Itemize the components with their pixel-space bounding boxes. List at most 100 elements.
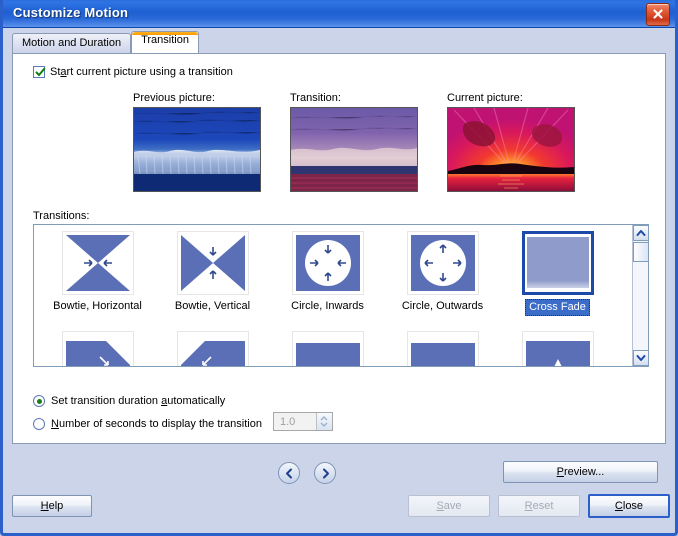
tab-transition[interactable]: Transition (131, 31, 199, 53)
scroll-up-button[interactable] (633, 225, 648, 241)
preview-previous-label: Previous picture: (133, 92, 215, 104)
preview-current: Current picture: (447, 92, 587, 192)
wipe-down-b-icon (410, 335, 475, 366)
radio-auto-duration-row[interactable]: Set transition duration automatically (33, 395, 225, 407)
transitions-list-inner: Bowtie, Horizontal Bowtie, Vertical Circ… (34, 225, 634, 366)
preview-current-image (447, 107, 575, 192)
preview-row: Previous picture: Transition: Current pi… (133, 92, 587, 192)
accesskey: H (40, 500, 49, 512)
transition-item-label-selected: Cross Fade (525, 299, 590, 316)
radio-manual-duration-label: Number of seconds to display the transit… (51, 418, 262, 430)
scroll-down-button[interactable] (633, 350, 648, 366)
inset-up-icon (525, 335, 590, 366)
transition-icon-box (61, 331, 134, 366)
radio-manual-duration[interactable] (33, 418, 45, 430)
scrollbar-thumb[interactable] (633, 242, 648, 262)
radio-auto-duration-label: Set transition duration automatically (51, 395, 226, 407)
bowtie-horizontal-icon (65, 235, 130, 291)
transition-panel: Start current picture using a transition… (12, 53, 666, 444)
transitions-listbox[interactable]: Bowtie, Horizontal Bowtie, Vertical Circ… (33, 224, 649, 367)
transitions-scrollbar[interactable] (632, 225, 648, 366)
accesskey: P (556, 466, 564, 478)
bowtie-vertical-icon (180, 235, 245, 291)
checkmark-icon (35, 67, 46, 76)
cross-fade-icon (525, 235, 590, 291)
close-button[interactable] (646, 3, 670, 26)
transition-item-cross-fade[interactable]: Cross Fade (500, 231, 615, 327)
preview-button[interactable]: Preview... (503, 461, 658, 483)
transition-icon-box (521, 331, 594, 366)
transitions-grid: Bowtie, Horizontal Bowtie, Vertical Circ… (34, 225, 634, 366)
transition-icon-box (406, 231, 479, 295)
transition-item-row2-c[interactable] (270, 331, 385, 366)
wipe-down-icon (295, 335, 360, 366)
blue-forest-thumbnail-icon (134, 108, 260, 191)
seconds-spinner-value: 1.0 (280, 416, 296, 428)
chevron-up-icon (636, 230, 646, 236)
previous-button[interactable] (278, 462, 300, 484)
title-bar: Customize Motion (3, 0, 675, 28)
circle-inwards-icon (295, 235, 360, 291)
transition-item-circle-outwards[interactable]: Circle, Outwards (385, 231, 500, 327)
circle-outwards-icon (410, 235, 475, 291)
tab-label: Transition (141, 34, 189, 46)
chevron-down-icon (636, 355, 646, 361)
save-button-label: Save (436, 500, 462, 512)
blended-thumbnail-icon (291, 108, 417, 191)
accesskey: N (51, 418, 59, 430)
close-icon (653, 9, 663, 19)
preview-previous-image (133, 107, 261, 192)
preview-transition-label: Transition: (290, 92, 341, 104)
preview-transition-image (290, 107, 418, 192)
dialog-window: Customize Motion Motion and Duration Tra… (0, 0, 678, 536)
save-button: Save (408, 495, 490, 517)
accesskey: S (436, 500, 444, 512)
transitions-group-label: Transitions: (33, 210, 90, 222)
transition-item-row2-b[interactable] (155, 331, 270, 366)
transition-item-circle-inwards[interactable]: Circle, Inwards (270, 231, 385, 327)
radio-auto-duration[interactable] (33, 395, 45, 407)
transition-icon-box (406, 331, 479, 366)
transition-item-row2-e[interactable] (500, 331, 615, 366)
seconds-spinner[interactable]: 1.0 (273, 412, 333, 431)
transition-icon-box (291, 331, 364, 366)
spinner-arrows-icon (320, 415, 328, 428)
transition-item-label: Bowtie, Horizontal (53, 300, 142, 312)
red-sunset-thumbnail-icon (448, 108, 574, 191)
window-title: Customize Motion (13, 5, 129, 20)
transition-icon-box-selected (521, 231, 594, 295)
transition-item-label: Circle, Inwards (291, 300, 364, 312)
seconds-spinner-arrows[interactable] (316, 413, 332, 430)
reset-button: Reset (498, 495, 580, 517)
help-button[interactable]: Help (12, 495, 92, 517)
transition-icon-box (176, 331, 249, 366)
preview-previous: Previous picture: (133, 92, 273, 192)
tab-label: Motion and Duration (22, 37, 122, 49)
transition-item-row2-d[interactable] (385, 331, 500, 366)
chevron-left-icon (285, 468, 292, 479)
tab-motion-and-duration[interactable]: Motion and Duration (12, 33, 132, 53)
transition-item-label: Circle, Outwards (401, 300, 484, 312)
transition-item-row2-a[interactable] (40, 331, 155, 366)
start-transition-label: Start current picture using a transition (50, 66, 233, 78)
close-dialog-button[interactable]: Close (588, 494, 670, 518)
transition-item-bowtie-horizontal[interactable]: Bowtie, Horizontal (40, 231, 155, 327)
transition-item-bowtie-vertical[interactable]: Bowtie, Vertical (155, 231, 270, 327)
tab-strip: Motion and Duration Transition (12, 31, 199, 53)
reset-button-label: Reset (524, 500, 554, 512)
accesskey: C (614, 500, 623, 512)
close-dialog-button-label: Close (614, 500, 644, 512)
start-transition-checkbox-row[interactable]: Start current picture using a transition (33, 66, 233, 78)
preview-button-label: Preview... (556, 466, 605, 478)
start-transition-checkbox[interactable] (33, 66, 46, 78)
diagonal-down-left-icon (180, 335, 245, 366)
transition-icon-box (291, 231, 364, 295)
transition-icon-box (176, 231, 249, 295)
radio-manual-duration-row[interactable]: Number of seconds to display the transit… (33, 418, 262, 430)
preview-transition: Transition: (290, 92, 430, 192)
transition-icon-box (61, 231, 134, 295)
help-button-label: Help (40, 500, 64, 512)
transition-item-label: Bowtie, Vertical (174, 300, 251, 312)
next-button[interactable] (314, 462, 336, 484)
accesskey: R (524, 500, 533, 512)
